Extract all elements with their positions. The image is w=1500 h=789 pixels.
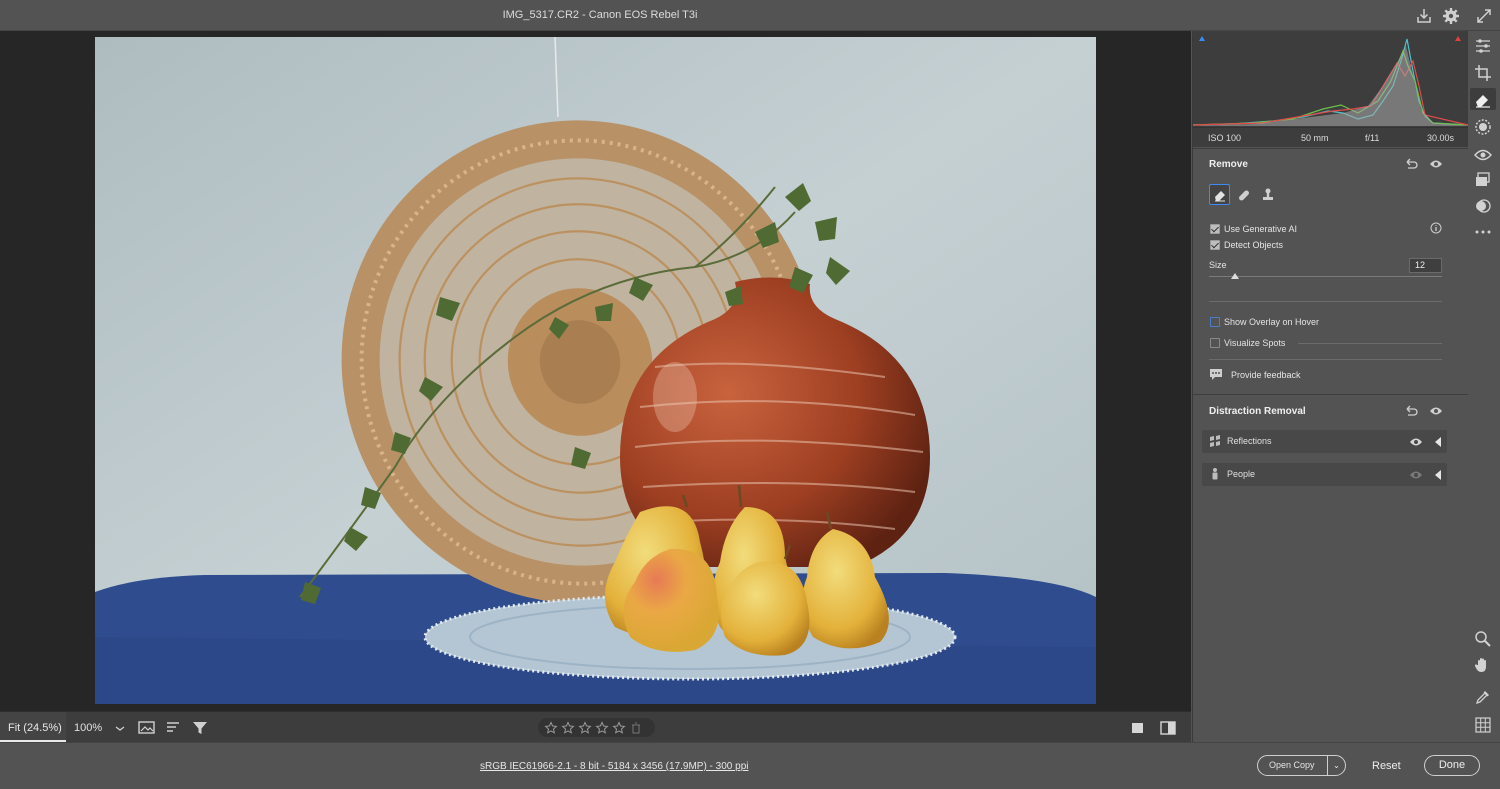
open-copy-button[interactable]: Open Copy ⌄	[1257, 755, 1346, 776]
show-overlay-checkbox[interactable]	[1210, 317, 1220, 327]
reflections-eye-icon[interactable]	[1409, 435, 1423, 449]
people-icon	[1212, 468, 1218, 480]
people-row[interactable]: People	[1202, 463, 1447, 486]
masking-icon[interactable]	[1474, 118, 1492, 136]
snapshots-icon[interactable]	[1474, 171, 1492, 189]
edit-sliders-icon[interactable]	[1474, 37, 1492, 55]
people-label: People	[1227, 469, 1256, 479]
clone-tool-button[interactable]	[1257, 184, 1278, 205]
bandage-icon	[1238, 190, 1249, 200]
zoom-magnifier-icon[interactable]	[1474, 630, 1492, 648]
exif-info-bar: ISO 100 50 mm f/11 30.00s	[1193, 127, 1468, 147]
file-info-link[interactable]: sRGB IEC61966-2.1 - 8 bit - 5184 x 3456 …	[480, 761, 748, 772]
detect-objects-label: Detect Objects	[1224, 240, 1284, 250]
title-bar: IMG_5317.CR2 - Canon EOS Rebel T3i	[0, 0, 1500, 31]
focal-length-value: 50 mm	[1301, 133, 1329, 143]
remove-brush-tool-button[interactable]	[1209, 184, 1230, 205]
canvas-bottom-bar: Fit (24.5%) 100%	[0, 711, 1191, 742]
provide-feedback-link[interactable]: Provide feedback	[1231, 370, 1301, 380]
aperture-value: f/11	[1365, 133, 1380, 143]
size-slider-thumb[interactable]	[1231, 273, 1239, 279]
feedback-speech-bubble-icon[interactable]	[1209, 367, 1223, 381]
remove-eraser-icon[interactable]	[1474, 91, 1492, 109]
grid-overlay-icon[interactable]	[1474, 716, 1492, 734]
rating-stars[interactable]	[538, 718, 655, 737]
filter-icon[interactable]	[190, 718, 210, 738]
crop-icon[interactable]	[1474, 64, 1492, 82]
histogram	[1192, 31, 1469, 127]
reflections-row[interactable]: Reflections	[1202, 430, 1447, 453]
window-title: IMG_5317.CR2 - Canon EOS Rebel T3i	[502, 9, 698, 21]
highlight-clipping-icon	[1455, 36, 1461, 41]
section-divider	[1209, 359, 1442, 360]
reflections-label: Reflections	[1227, 436, 1272, 446]
done-button[interactable]: Done	[1424, 755, 1480, 776]
people-eye-icon[interactable]	[1409, 468, 1423, 482]
save-icon[interactable]	[1414, 6, 1434, 26]
section-divider	[1209, 301, 1442, 302]
photo-preview[interactable]	[95, 37, 1096, 704]
panel-separator	[1193, 394, 1468, 395]
show-overlay-label: Show Overlay on Hover	[1224, 317, 1320, 327]
reflections-expand-arrow-icon[interactable]	[1433, 436, 1443, 448]
more-options-icon[interactable]	[1474, 223, 1492, 241]
visualize-spots-slider[interactable]	[1298, 343, 1442, 344]
before-after-view-icon[interactable]	[1158, 718, 1178, 738]
visibility-eye-icon[interactable]	[1429, 404, 1443, 418]
hand-pan-icon[interactable]	[1474, 656, 1492, 674]
remove-section-title: Remove	[1209, 159, 1248, 170]
sort-icon[interactable]	[164, 718, 184, 738]
shutter-value: 30.00s	[1427, 133, 1455, 143]
filmstrip-icon[interactable]	[137, 718, 157, 738]
eyedropper-icon[interactable]	[1474, 688, 1492, 706]
edit-panel: ISO 100 50 mm f/11 30.00s Remove Use Gen…	[1192, 31, 1469, 742]
presets-icon[interactable]	[1474, 197, 1492, 215]
star-1-icon[interactable]	[544, 720, 558, 735]
status-bar: sRGB IEC61966-2.1 - 8 bit - 5184 x 3456 …	[0, 742, 1500, 789]
visualize-spots-label: Visualize Spots	[1224, 338, 1286, 348]
open-copy-label[interactable]: Open Copy	[1258, 756, 1328, 775]
fit-zoom-button[interactable]: Fit (24.5%)	[0, 712, 66, 742]
visualize-spots-checkbox[interactable]	[1210, 338, 1220, 348]
red-eye-icon[interactable]	[1474, 146, 1492, 164]
tool-rail	[1468, 31, 1500, 742]
detect-objects-checkbox[interactable]	[1210, 240, 1220, 250]
stamp-icon	[1262, 188, 1273, 200]
shadow-clipping-icon	[1199, 36, 1205, 41]
iso-value: ISO 100	[1208, 133, 1242, 143]
zoom-dropdown-chevron-icon[interactable]	[110, 718, 130, 738]
reset-distraction-icon[interactable]	[1404, 404, 1418, 418]
heal-tool-button[interactable]	[1233, 184, 1254, 205]
reset-button[interactable]: Reset	[1372, 760, 1401, 772]
fullscreen-expand-icon[interactable]	[1474, 6, 1494, 26]
use-generative-ai-checkbox[interactable]	[1210, 224, 1220, 234]
size-label: Size	[1209, 260, 1227, 270]
reflections-icon	[1210, 435, 1220, 447]
star-4-icon[interactable]	[595, 720, 609, 735]
use-generative-ai-label: Use Generative AI	[1224, 224, 1298, 234]
size-value-input[interactable]: 12	[1409, 258, 1442, 273]
star-3-icon[interactable]	[578, 720, 592, 735]
single-view-icon[interactable]	[1128, 718, 1148, 738]
distraction-removal-title: Distraction Removal	[1209, 406, 1306, 417]
visibility-eye-icon[interactable]	[1429, 157, 1443, 171]
star-2-icon[interactable]	[561, 720, 575, 735]
trash-icon[interactable]	[629, 721, 643, 735]
reset-remove-icon[interactable]	[1404, 157, 1418, 171]
image-canvas[interactable]	[0, 31, 1191, 711]
open-copy-dropdown-chevron-icon[interactable]: ⌄	[1328, 761, 1345, 770]
info-icon[interactable]	[1429, 221, 1443, 235]
people-expand-arrow-icon[interactable]	[1433, 469, 1443, 481]
eraser-icon	[1214, 190, 1225, 201]
size-slider-track[interactable]	[1209, 276, 1442, 277]
star-5-icon[interactable]	[612, 720, 626, 735]
settings-gear-icon[interactable]	[1441, 6, 1461, 26]
